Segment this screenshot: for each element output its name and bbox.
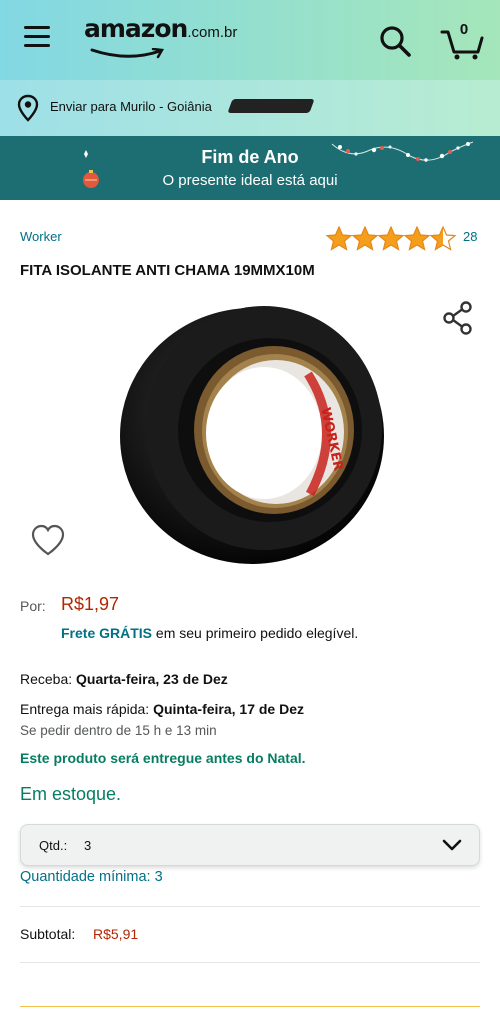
- price-value: R$1,97: [61, 594, 120, 614]
- product-title: FITA ISOLANTE ANTI CHAMA 19MMX10M: [20, 262, 315, 279]
- fast-date: Quinta-feira, 17 de Dez: [153, 701, 305, 717]
- free-shipping-link[interactable]: Frete GRÁTIS: [61, 625, 152, 641]
- star-rating[interactable]: [326, 226, 458, 252]
- cart-count: 0: [459, 21, 469, 38]
- shipping-details: em seu primeiro pedido elegível.: [152, 625, 359, 641]
- menu-icon[interactable]: [24, 26, 52, 50]
- share-icon[interactable]: [440, 300, 476, 336]
- chevron-down-icon: [442, 839, 462, 851]
- quantity-select[interactable]: Qtd.: 3: [20, 824, 480, 866]
- heart-icon[interactable]: [30, 524, 66, 556]
- logo-smile-icon: [90, 48, 165, 59]
- delivery-location-bar[interactable]: Enviar para Murilo - Goiânia: [0, 80, 500, 136]
- quantity-value: 3: [84, 838, 92, 853]
- divider: [20, 962, 480, 963]
- minimum-quantity-link[interactable]: Quantidade mínima: 3: [20, 869, 163, 885]
- logo-suffix: .com.br: [187, 24, 238, 41]
- amazon-logo[interactable]: amazon.com.br: [84, 14, 238, 59]
- star-icon: [377, 226, 405, 251]
- quantity-label: Qtd.:: [39, 838, 68, 853]
- product-image[interactable]: WORKER: [112, 290, 392, 572]
- star-icon: [326, 226, 353, 251]
- subtotal-value: R$5,91: [93, 926, 139, 942]
- christmas-ornament-icon: [83, 150, 99, 188]
- divider: [20, 906, 480, 907]
- redacted-address: [227, 99, 315, 113]
- christmas-delivery-note: Este produto será entregue antes do Nata…: [20, 750, 306, 766]
- search-icon[interactable]: [378, 24, 412, 58]
- star-icon: [351, 226, 379, 251]
- stock-status: Em estoque.: [20, 784, 122, 804]
- receive-label: Receba:: [20, 671, 77, 687]
- garland-decoration: [331, 141, 474, 162]
- fastest-delivery: Entrega mais rápida: Quinta-feira, 17 de…: [20, 701, 304, 717]
- logo-text: amazon: [84, 14, 188, 43]
- fast-label: Entrega mais rápida:: [20, 701, 154, 717]
- half-star-icon: [429, 226, 457, 251]
- location-pin-icon: [17, 94, 39, 122]
- receive-date: Quarta-feira, 23 de Dez: [76, 671, 228, 687]
- delivery-location-text: Enviar para Murilo - Goiânia: [50, 99, 212, 114]
- order-within-text: Se pedir dentro de 15 h e 13 min: [20, 723, 217, 738]
- shipping-info: Frete GRÁTIS em seu primeiro pedido eleg…: [61, 625, 358, 641]
- brand-link[interactable]: Worker: [20, 229, 62, 244]
- divider: [20, 1006, 480, 1007]
- header: amazon.com.br 0: [0, 0, 500, 80]
- price-label: Por:: [20, 598, 46, 614]
- star-icon: [403, 226, 431, 251]
- subtotal-label: Subtotal:: [20, 926, 76, 942]
- delivery-date: Receba: Quarta-feira, 23 de Dez: [20, 671, 228, 687]
- rating-count[interactable]: 28: [463, 229, 477, 244]
- promo-subtitle: O presente ideal está aqui: [162, 172, 338, 189]
